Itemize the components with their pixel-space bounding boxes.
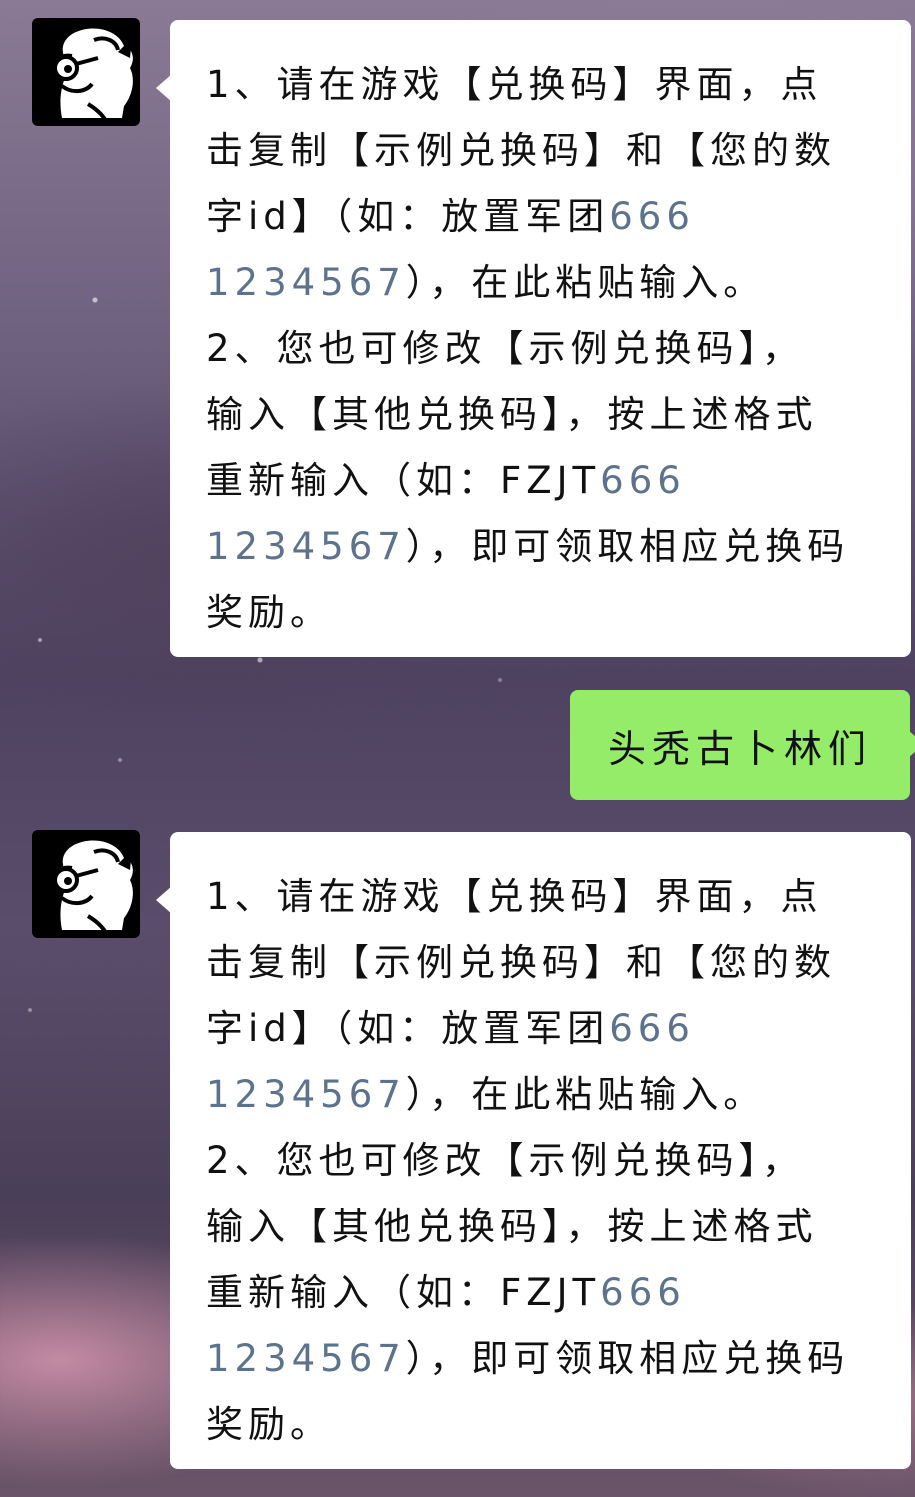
received-message-bubble[interactable]: 1、请在游戏【兑换码】界面，点 击复制【示例兑换码】和【您的数 字id】（如：放…: [156, 20, 911, 657]
number-link: 1234567: [206, 1337, 406, 1380]
number-link: 1234567: [206, 525, 406, 568]
number-link: 666: [600, 459, 686, 502]
message-line: 重新输入（如：FZJT666: [206, 1271, 686, 1314]
message-line: 输入【其他兑换码】，按上述格式: [206, 1205, 818, 1248]
message-line: 字id】（如：放置军团666: [206, 1007, 695, 1050]
cartoon-face-avatar-icon: [53, 840, 133, 938]
message-line: 奖励。: [206, 1403, 332, 1446]
message-line: 1、请在游戏【兑换码】界面，点: [206, 875, 823, 918]
message-line: 1、请在游戏【兑换码】界面，点: [206, 63, 823, 106]
sender-avatar[interactable]: [32, 830, 140, 938]
number-link: 666: [600, 1271, 686, 1314]
message-line: 输入【其他兑换码】，按上述格式: [206, 393, 818, 436]
message-line: 2、您也可修改【示例兑换码】，: [206, 327, 805, 370]
number-link: 1234567: [206, 261, 406, 304]
received-message-bubble[interactable]: 1、请在游戏【兑换码】界面，点 击复制【示例兑换码】和【您的数 字id】（如：放…: [156, 832, 911, 1469]
number-link: 666: [609, 1007, 695, 1050]
message-line: 击复制【示例兑换码】和【您的数: [206, 941, 836, 984]
cartoon-face-avatar-icon: [53, 28, 133, 126]
number-link: 666: [609, 195, 695, 238]
message-line: 击复制【示例兑换码】和【您的数: [206, 129, 836, 172]
sent-message-bubble[interactable]: 头秃古卜林们: [570, 690, 915, 800]
number-link: 1234567: [206, 1073, 406, 1116]
message-line: 2、您也可修改【示例兑换码】，: [206, 1139, 805, 1182]
message-line: 1234567），在此粘贴输入。: [206, 261, 766, 304]
message-line: 1234567），即可领取相应兑换码: [206, 1337, 850, 1380]
sent-message-text: 头秃古卜林们: [608, 726, 873, 771]
message-line: 1234567），在此粘贴输入。: [206, 1073, 766, 1116]
sender-avatar[interactable]: [32, 18, 140, 126]
message-line: 重新输入（如：FZJT666: [206, 459, 686, 502]
message-line: 字id】（如：放置军团666: [206, 195, 695, 238]
message-line: 奖励。: [206, 591, 332, 634]
message-line: 1234567），即可领取相应兑换码: [206, 525, 850, 568]
